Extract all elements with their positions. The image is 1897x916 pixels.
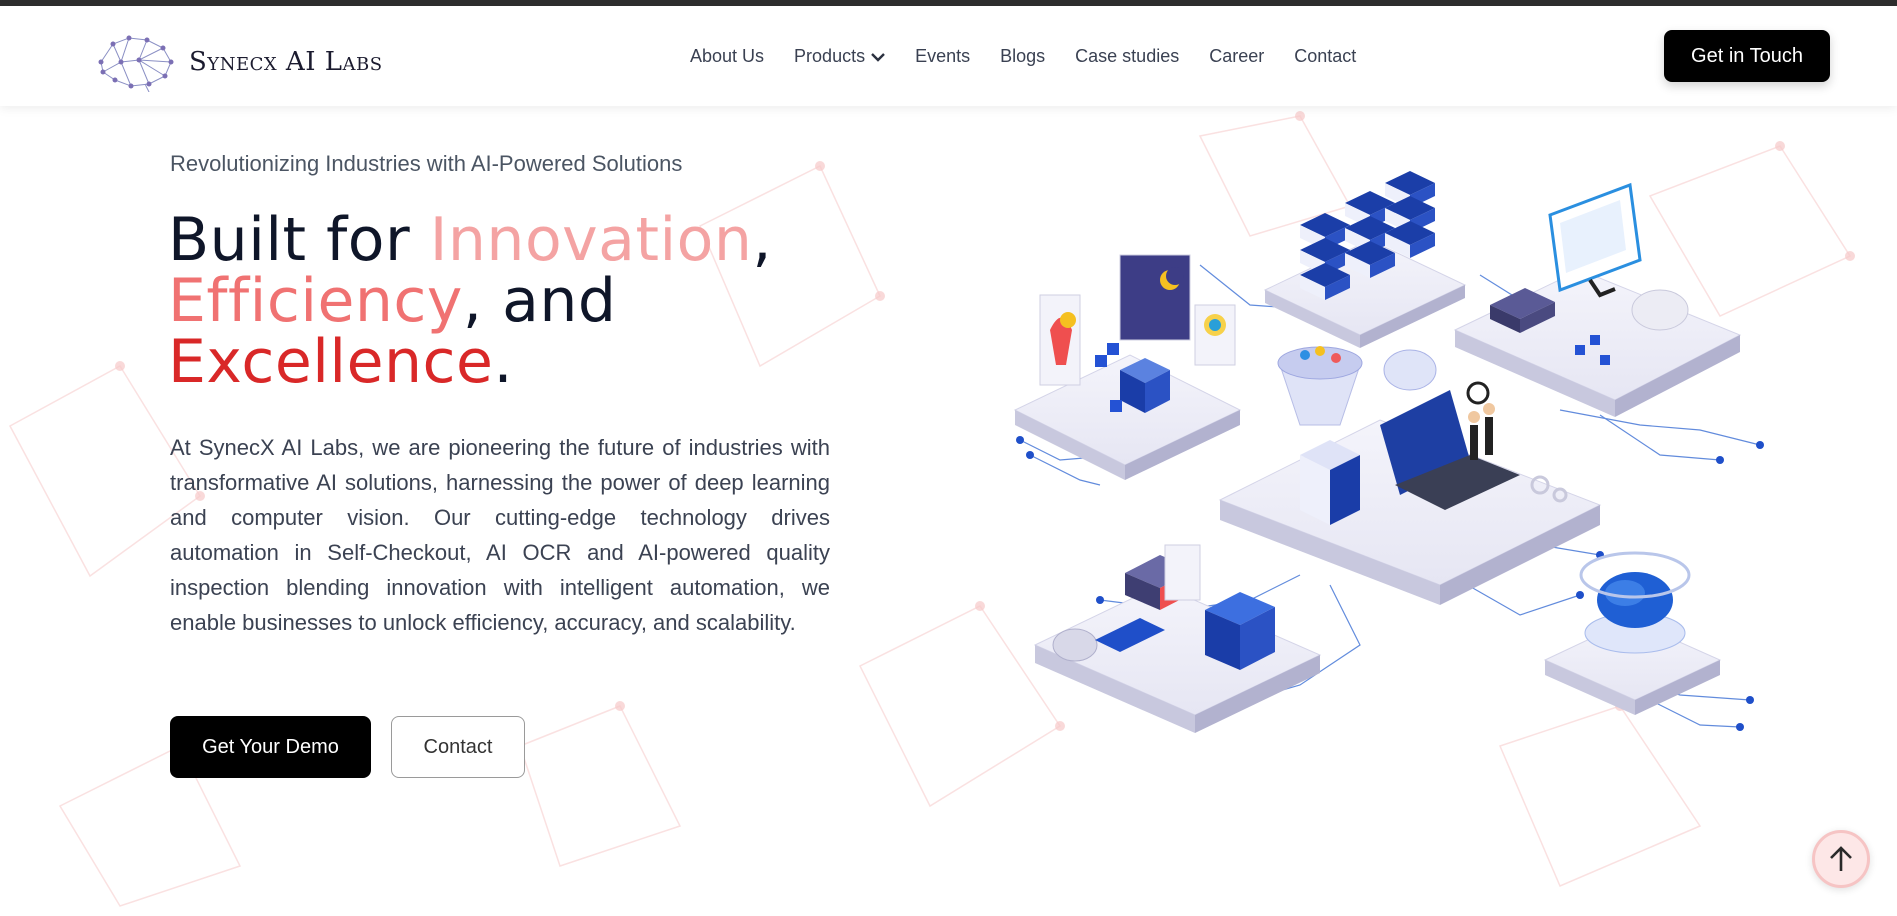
nav-contact[interactable]: Contact <box>1294 46 1356 67</box>
nav-label: Blogs <box>1000 46 1046 66</box>
headline-text: , <box>752 205 772 275</box>
nav-label: Events <box>915 46 971 66</box>
nav-events[interactable]: Events <box>915 46 970 67</box>
hero-description: At SynecX AI Labs, we are pioneering the… <box>170 435 830 635</box>
platform-brain <box>1543 551 1722 715</box>
hero-ai-illustration <box>1013 171 1764 733</box>
headline-highlight-innovation: Innovation <box>429 205 753 275</box>
hero-eyebrow: Revolutionizing Industries with AI-Power… <box>170 151 683 176</box>
platform-servers <box>1263 171 1467 348</box>
contact-button[interactable]: Contact <box>391 716 525 778</box>
nav-label: About Us <box>690 46 765 66</box>
hero-headline: Built for Innovation, Efficiency, and Exce… <box>168 210 968 393</box>
brain-network-logo-icon <box>98 35 174 92</box>
chevron-down-icon <box>871 52 885 62</box>
brand-logo[interactable]: Synecx AI Labs <box>95 32 383 92</box>
nav-label: Case studies <box>1075 46 1180 66</box>
nav-case-studies[interactable]: Case studies <box>1075 46 1179 67</box>
headline-text: . <box>493 327 514 397</box>
nav-products[interactable]: Products <box>794 46 885 67</box>
scroll-to-top-button[interactable] <box>1812 830 1870 888</box>
get-demo-button[interactable]: Get Your Demo <box>170 716 371 778</box>
headline-text: Built for <box>168 205 430 275</box>
nav-about-us[interactable]: About Us <box>690 46 764 67</box>
site-header: Synecx AI Labs About Us Products Events … <box>0 6 1897 106</box>
nav-blogs[interactable]: Blogs <box>1000 46 1045 67</box>
nav-label: Contact <box>1294 46 1357 66</box>
headline-highlight-excellence: Excellence <box>168 327 494 397</box>
main-nav: About Us Products Events Blogs Case stud… <box>690 46 1386 67</box>
nav-career[interactable]: Career <box>1209 46 1264 67</box>
get-in-touch-button[interactable]: Get in Touch <box>1664 30 1830 82</box>
platform-art <box>1013 254 1242 480</box>
arrow-up-icon <box>1830 846 1852 871</box>
brand-name: Synecx AI Labs <box>189 47 383 77</box>
nav-label: Career <box>1209 46 1265 66</box>
headline-highlight-efficiency: Efficiency <box>168 266 463 336</box>
platform-books-ai <box>1033 544 1322 733</box>
headline-text: , and <box>462 266 617 336</box>
nav-label: Products <box>794 46 866 66</box>
platform-monitor <box>1453 182 1742 417</box>
